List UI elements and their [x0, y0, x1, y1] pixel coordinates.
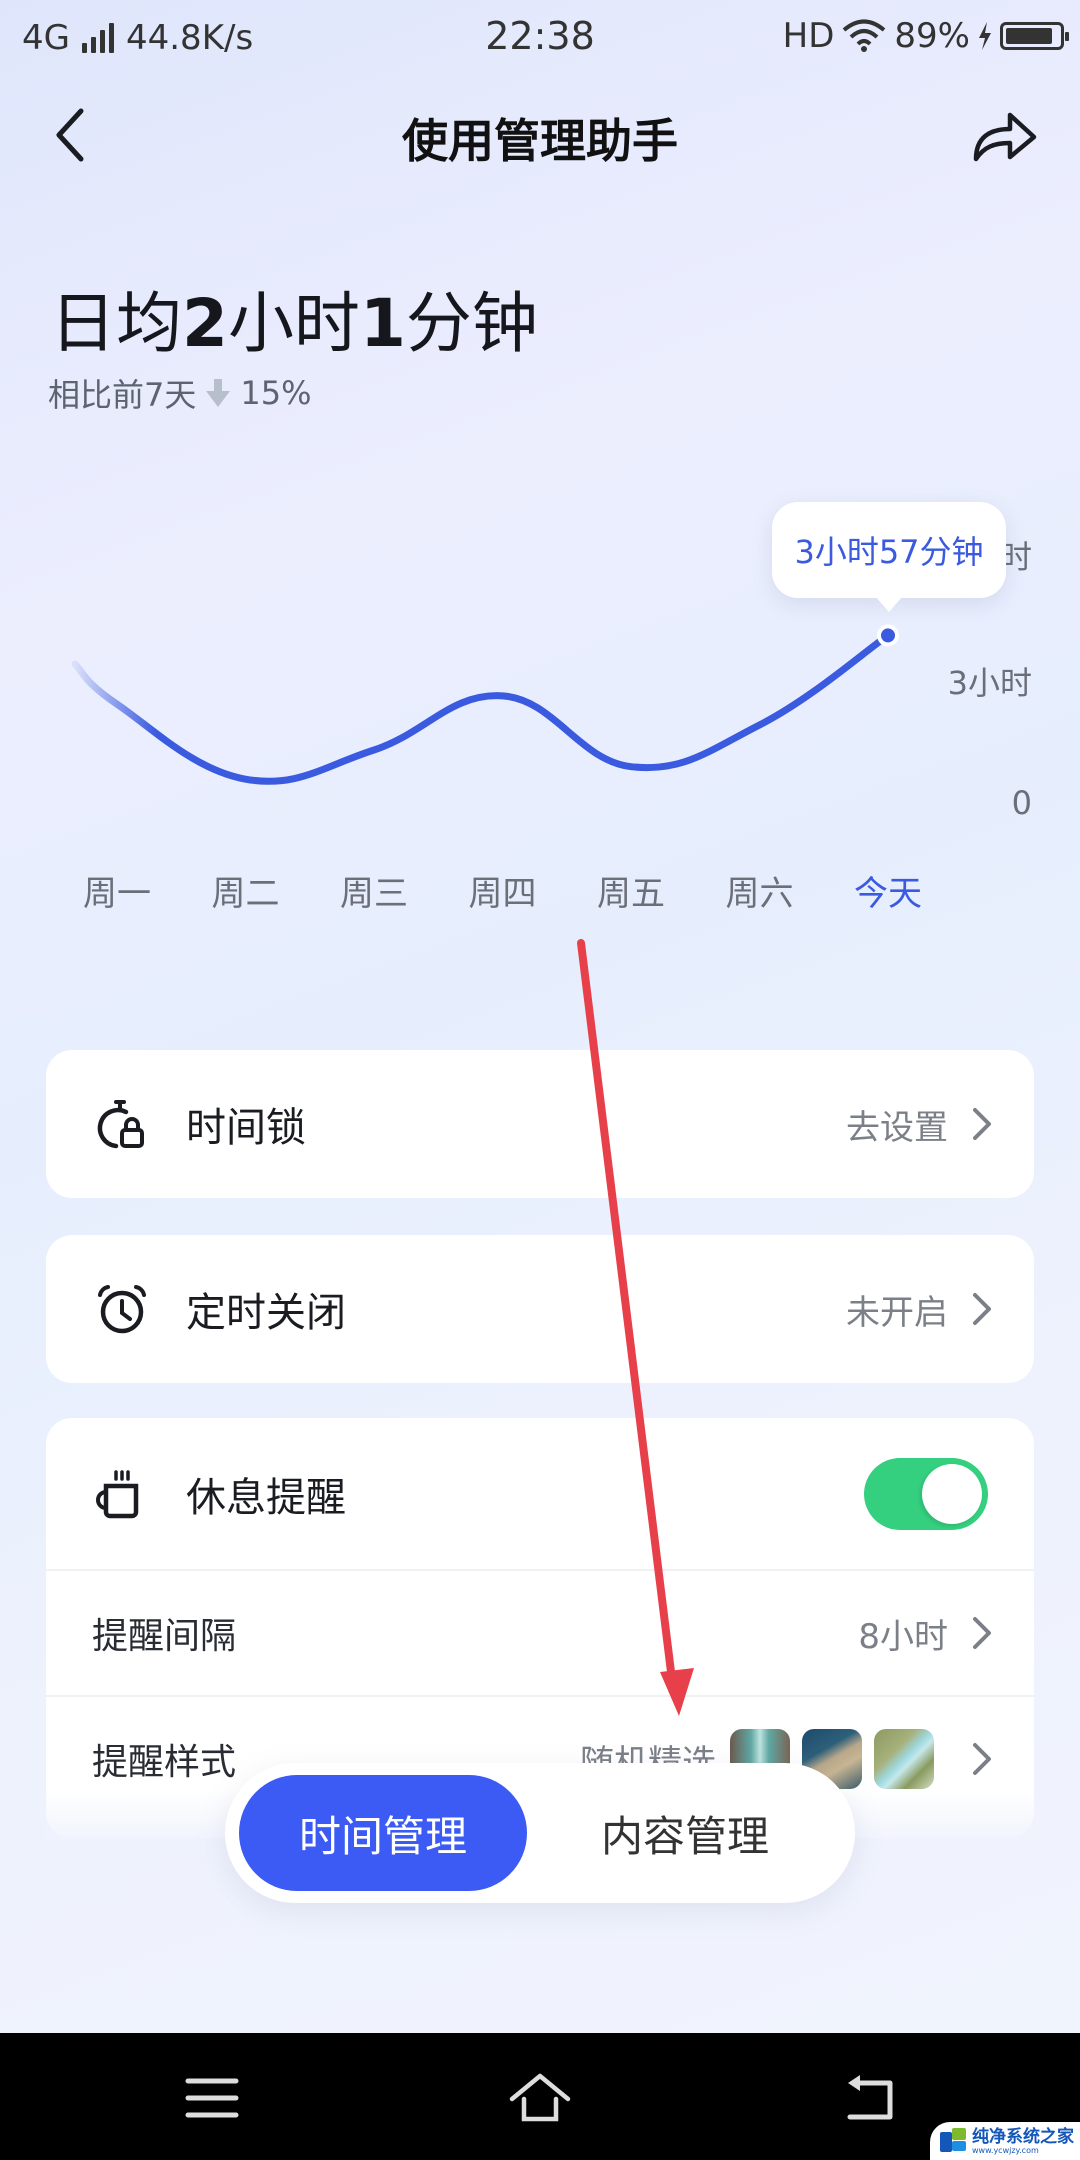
time-lock-value: 去设置 [846, 1107, 948, 1148]
watermark-logo-icon [940, 2128, 968, 2154]
y-tick-label: 3小时 [947, 664, 1032, 702]
x-tick-label[interactable]: 今天 [854, 866, 922, 915]
comparison: 相比前7天 15% [48, 370, 312, 416]
tab-content-management[interactable]: 内容管理 [535, 1775, 835, 1891]
home-button[interactable] [508, 2073, 572, 2123]
hd-indicator: HD [782, 16, 835, 56]
series-line [71, 631, 892, 785]
wifi-icon [843, 19, 886, 52]
avg-hours-unit: 小时 [227, 285, 360, 362]
arrow-down-icon [206, 379, 231, 407]
x-tick-label[interactable]: 周五 [597, 866, 665, 915]
system-navigation-bar: 纯净系统之家 www.ycwjzy.com [0, 2033, 1080, 2160]
reminder-interval-label: 提醒间隔 [92, 1616, 237, 1657]
alarm-clock-icon [98, 1285, 146, 1334]
y-tick-label: 0 [1011, 784, 1032, 822]
share-button[interactable] [970, 107, 1040, 167]
cup-icon [96, 1470, 139, 1519]
compare-value: 15% [240, 374, 312, 412]
battery-icon [1000, 22, 1069, 50]
time-lock-card[interactable]: 时间锁 去设置 [46, 1050, 1034, 1198]
x-tick-label[interactable]: 周一 [83, 866, 151, 915]
menu-button[interactable] [182, 2073, 242, 2123]
x-tick-label[interactable]: 周六 [726, 866, 794, 915]
chevron-right-icon [973, 1293, 991, 1325]
daily-average: 日均2小时1分钟 [50, 270, 538, 366]
page-title: 使用管理助手 [402, 114, 678, 168]
timed-close-row[interactable]: 定时关闭 未开启 [46, 1235, 1034, 1383]
tab-time-management[interactable]: 时间管理 [239, 1775, 527, 1891]
reminder-interval-row[interactable]: 提醒间隔 8小时 [46, 1571, 1034, 1695]
toggle-knob [922, 1464, 982, 1524]
reminder-style-label: 提醒样式 [92, 1742, 237, 1783]
x-tick-label[interactable]: 周三 [340, 866, 408, 915]
watermark-name: 纯净系统之家 [972, 2126, 1074, 2147]
x-tick-label[interactable]: 周四 [469, 866, 537, 915]
chevron-right-icon [973, 1108, 991, 1140]
battery-percent: 89% [894, 16, 970, 56]
watermark-url: www.ycwjzy.com [972, 2145, 1039, 2155]
chevron-right-icon [973, 1743, 991, 1775]
rest-reminder-toggle[interactable] [864, 1458, 988, 1530]
timed-close-card[interactable]: 定时关闭 未开启 [46, 1235, 1034, 1383]
thumbnail-river [874, 1729, 934, 1789]
charging-icon [979, 22, 991, 50]
highlight-point[interactable] [881, 628, 895, 643]
timed-close-value: 未开启 [846, 1292, 948, 1333]
time-lock-row[interactable]: 时间锁 去设置 [46, 1050, 1034, 1198]
watermark: 纯净系统之家 www.ycwjzy.com [930, 2122, 1080, 2160]
x-tick-label[interactable]: 周二 [212, 866, 280, 915]
rest-reminder-row: 休息提醒 [46, 1418, 1034, 1570]
avg-hours: 2 [182, 285, 228, 362]
chevron-right-icon [973, 1617, 991, 1649]
bottom-tab-switcher: 时间管理 内容管理 [225, 1763, 855, 1903]
back-nav-button[interactable] [840, 2073, 900, 2123]
x-axis-labels: 周一 周二 周三 周四 周五 周六 今天 [0, 866, 1080, 916]
compare-label: 相比前7天 [48, 376, 197, 414]
stopwatch-lock-icon [97, 1100, 144, 1149]
status-bar: 4G 44.8K/s 22:38 HD 89% [0, 0, 1080, 75]
timed-close-label: 定时关闭 [186, 1290, 346, 1336]
avg-minutes: 1 [359, 285, 406, 362]
header: 使用管理助手 [0, 95, 1080, 175]
reminder-interval-value: 8小时 [858, 1616, 948, 1657]
time-lock-label: 时间锁 [186, 1105, 306, 1151]
avg-prefix: 日均 [50, 285, 182, 362]
avg-minutes-unit: 分钟 [405, 285, 538, 362]
value-tooltip: 3小时57分钟 [772, 502, 1006, 612]
rest-reminder-label: 休息提醒 [186, 1475, 346, 1521]
